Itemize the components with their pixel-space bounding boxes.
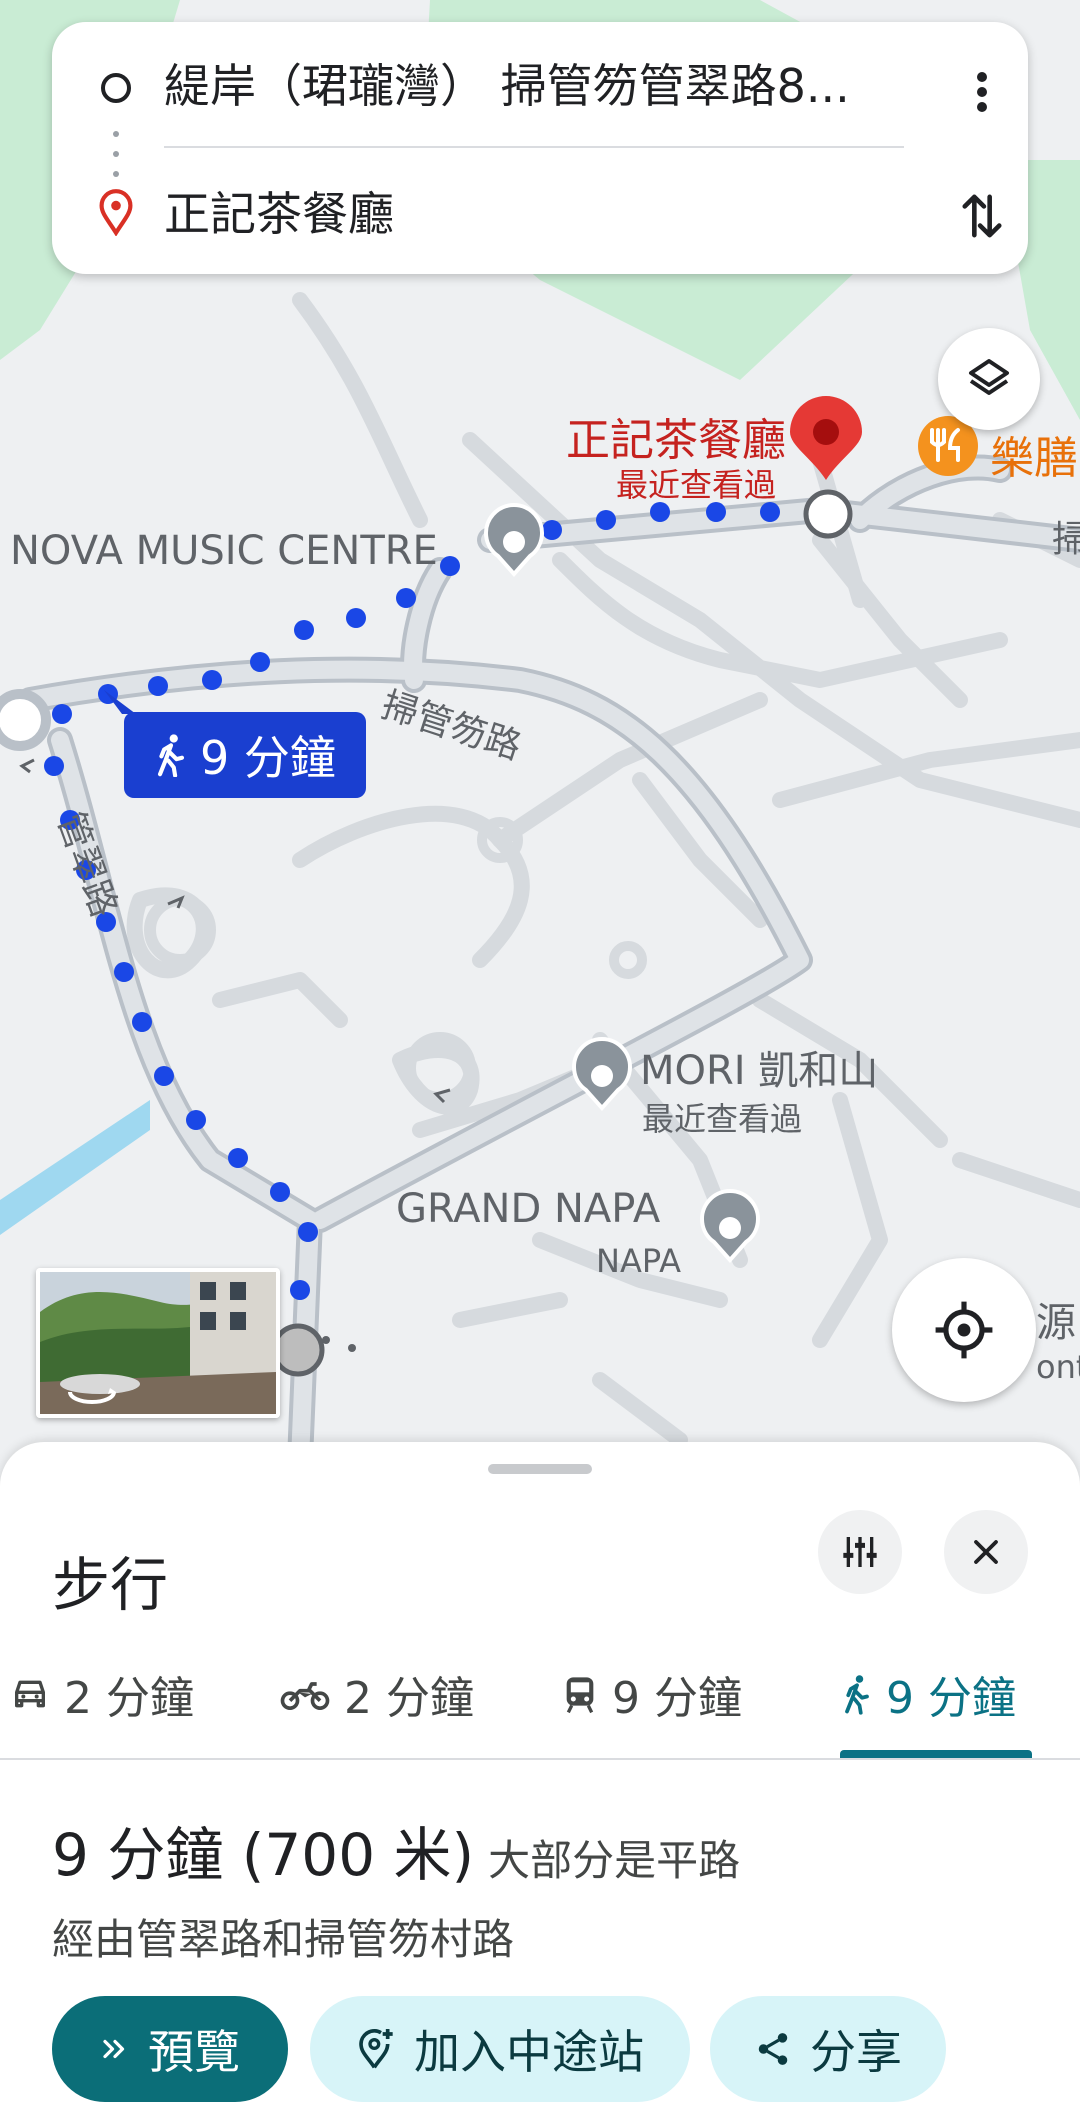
- close-button[interactable]: [944, 1510, 1028, 1594]
- add-stop-button-label: 加入中途站: [414, 2025, 644, 2079]
- start-point-marker: [271, 1323, 325, 1377]
- destination-point-marker: [803, 489, 853, 539]
- swap-endpoints-button[interactable]: [948, 182, 1016, 250]
- street-view-image: [40, 1272, 276, 1414]
- tune-icon: [843, 1537, 877, 1567]
- edge-label-sao: 掃: [1052, 519, 1080, 560]
- destination-field[interactable]: 正記茶餐廳: [164, 186, 394, 242]
- tab-divider: [0, 1758, 1080, 1760]
- preview-button-label: 預覽: [148, 2025, 240, 2079]
- add-stop-button[interactable]: 加入中途站: [310, 1996, 690, 2102]
- tab-walking-label: 9 分鐘: [886, 1673, 1016, 1724]
- add-location-icon: [359, 2029, 393, 2069]
- restaurant-label[interactable]: 樂膳: [990, 422, 1078, 486]
- tab-transit[interactable]: 9 分鐘: [562, 1654, 742, 1734]
- grand-napa-sublabel: NAPA: [596, 1242, 681, 1280]
- tab-walking[interactable]: 9 分鐘: [842, 1654, 1016, 1734]
- layers-icon: [969, 359, 1009, 395]
- grand-napa-label[interactable]: GRAND NAPA: [396, 1186, 660, 1232]
- travel-mode-title: 步行: [52, 1551, 169, 1619]
- active-tab-indicator: [840, 1750, 1032, 1758]
- origin-circle-icon: [101, 73, 131, 103]
- destination-pin-label[interactable]: 正記茶餐廳: [566, 404, 786, 468]
- roundabout: [0, 689, 51, 751]
- route-connector-dots: [113, 131, 119, 177]
- edge-label-yuan: 源: [1036, 1300, 1076, 1346]
- route-duration-distance: 9 分鐘 (700 米): [52, 1821, 475, 1889]
- route-summary: 9 分鐘 (700 米) 大部分是平路: [52, 1808, 740, 1892]
- walk-icon: [157, 734, 185, 777]
- swap-vert-icon: [962, 194, 1002, 238]
- more-options-button[interactable]: [952, 62, 1012, 122]
- nova-music-label[interactable]: NOVA MUSIC CENTRE: [10, 528, 438, 574]
- motorcycle-icon: [280, 1682, 330, 1710]
- tab-motorcycle[interactable]: 2 分鐘: [280, 1654, 474, 1734]
- destination-pin-small-icon: [99, 189, 133, 236]
- field-divider: [164, 146, 904, 148]
- destination-pin-sublabel: 最近查看過: [616, 466, 777, 504]
- route-options-button[interactable]: [818, 1510, 902, 1594]
- route-input-card: 緹岸（珺瓏灣） 掃管笏管翠路8... 正記茶餐廳: [52, 22, 1028, 274]
- close-icon: [974, 1540, 998, 1564]
- edge-label-ont: ont: [1036, 1348, 1080, 1386]
- crosshair-icon: [935, 1301, 993, 1359]
- mori-sublabel: 最近查看過: [642, 1100, 803, 1138]
- street-view-thumbnail[interactable]: [36, 1268, 280, 1418]
- my-location-button[interactable]: [892, 1258, 1036, 1402]
- tab-driving[interactable]: 2 分鐘: [10, 1654, 194, 1734]
- share-icon: [758, 2033, 788, 2065]
- more-vert-icon: [977, 72, 987, 112]
- mori-label[interactable]: MORI 凱和山: [640, 1038, 878, 1096]
- walking-time-text: 9 分鐘: [200, 731, 336, 785]
- share-button[interactable]: 分享: [710, 1996, 946, 2102]
- directions-bottom-sheet: 步行 2 分鐘 2 分鐘 9 分鐘 9 分鐘 9 分鐘 (700 米) 大部分是…: [0, 1442, 1080, 2116]
- route-terrain-note: 大部分是平路: [488, 1836, 741, 1885]
- sheet-drag-handle[interactable]: [488, 1464, 592, 1474]
- tab-transit-label: 9 分鐘: [612, 1673, 742, 1724]
- tab-driving-label: 2 分鐘: [64, 1673, 194, 1724]
- badge-pointer: [104, 690, 136, 714]
- tab-motorcycle-label: 2 分鐘: [344, 1673, 474, 1724]
- share-button-label: 分享: [810, 2025, 902, 2079]
- preview-button[interactable]: 預覽: [52, 1996, 288, 2102]
- walk-icon: [845, 1675, 869, 1715]
- route-via-text: 經由管翠路和掃管笏村路: [52, 1915, 515, 1964]
- double-chevron-right-icon: [103, 2039, 125, 2059]
- transit-icon: [566, 1677, 594, 1714]
- map-layers-button[interactable]: [938, 328, 1040, 430]
- car-icon: [15, 1680, 45, 1708]
- origin-field[interactable]: 緹岸（珺瓏灣） 掃管笏管翠路8...: [164, 58, 954, 114]
- walking-time-badge[interactable]: 9 分鐘: [124, 712, 366, 798]
